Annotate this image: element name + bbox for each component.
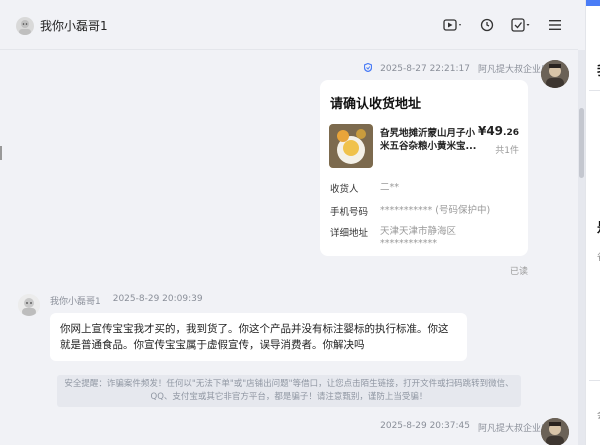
message-timestamp: 2025-8-29 20:09:39 (112, 294, 203, 304)
right-side-panel: 我 是 省 会 (585, 0, 600, 445)
card-title: 请确认收货地址 (330, 97, 422, 112)
field-label-phone: 手机号码 (330, 207, 369, 218)
chat-scrollbar[interactable] (578, 50, 585, 445)
message-sender: 我你小磊哥1 (50, 297, 101, 307)
panel-divider (589, 380, 600, 381)
price-main: ¥49 (477, 124, 504, 138)
panel-divider (589, 90, 600, 91)
safety-notice: 安全提醒：诈骗案件频发！任何以"无法下单"或"店铺出问题"等借口，让您点击陌生链… (57, 375, 521, 407)
product-image[interactable] (329, 124, 373, 168)
history-icon[interactable] (476, 15, 498, 35)
field-label-recipient: 收货人 (330, 184, 359, 195)
menu-icon[interactable] (544, 15, 566, 35)
product-price: ¥49.26 (478, 124, 519, 138)
message-sender: 阿凡提大叔企业店 (477, 424, 550, 434)
panel-top-button[interactable] (586, 0, 600, 6)
header-toolbar (442, 15, 566, 35)
panel-resize-handle[interactable] (0, 146, 2, 160)
scrollbar-thumb[interactable] (579, 108, 584, 178)
field-value-address-line2: ************ (380, 238, 437, 249)
field-label-address: 详细地址 (330, 228, 369, 239)
message-timestamp: 2025-8-29 20:37:45 (380, 421, 470, 431)
product-quantity: 共1件 (495, 146, 519, 156)
contact-avatar[interactable] (16, 17, 34, 35)
message-sender: 阿凡提大叔企业店 (477, 65, 550, 75)
message-timestamp: 2025-8-27 22:21:17 (380, 63, 470, 74)
message-meta: 2025-8-27 22:21:17 阿凡提大叔企业店 (364, 62, 550, 75)
field-value-phone: *********** (号码保护中) (380, 205, 491, 216)
contact-name: 我你小磊哥1 (40, 19, 108, 33)
shop-avatar[interactable] (541, 60, 569, 88)
read-status: 已读 (509, 267, 528, 277)
address-confirm-card[interactable]: 请确认收货地址 旮旯地摊沂蒙山月子小米五谷杂粮小黄米宝... ¥49.26 共1… (320, 80, 528, 256)
message-bubble[interactable]: 你网上宣传宝宝我才买的，我到货了。你这个产品并没有标注婴标的执行标准。你这就是普… (50, 313, 467, 361)
task-check-icon[interactable] (510, 15, 532, 35)
shield-icon (364, 62, 373, 75)
message-meta: 2025-8-29 20:37:45 阿凡提大叔企业店 (380, 421, 550, 434)
product-name: 旮旯地摊沂蒙山月子小米五谷杂粮小黄米宝... (380, 128, 477, 152)
chat-header: 我你小磊哥1 (0, 0, 578, 50)
shop-avatar[interactable] (541, 418, 569, 445)
video-call-icon[interactable] (442, 15, 464, 35)
price-decimal: .26 (503, 128, 519, 138)
message-meta: 我你小磊哥1 2025-8-29 20:09:39 (50, 294, 203, 307)
field-value-recipient: 二** (380, 182, 400, 193)
customer-avatar[interactable] (18, 294, 40, 316)
